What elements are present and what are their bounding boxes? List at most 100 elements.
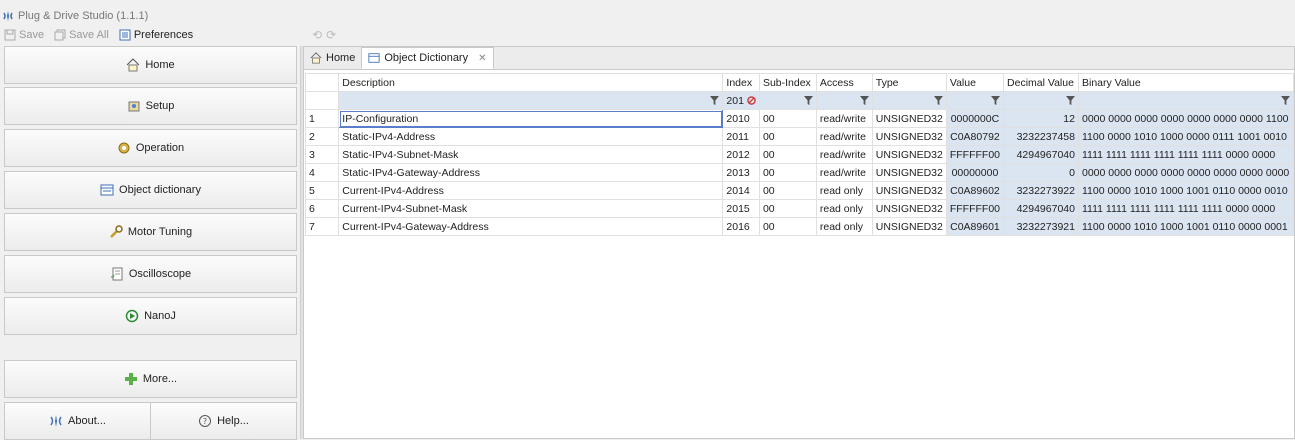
cell-access[interactable]: read/write <box>815 163 873 182</box>
cell-access[interactable]: read only <box>815 181 873 200</box>
cell-index[interactable]: 2014 <box>722 181 760 200</box>
cell-value[interactable]: C0A89602 <box>945 181 1005 200</box>
column-header-access[interactable]: Access <box>815 73 873 92</box>
cell-index[interactable]: 2015 <box>722 199 760 218</box>
cell-decimal-value[interactable]: 4294967040 <box>1003 145 1079 164</box>
filter-icon[interactable] <box>803 96 813 105</box>
cell-sub-index[interactable]: 00 <box>758 109 817 128</box>
filter-description[interactable] <box>338 91 724 110</box>
filter-value[interactable] <box>945 91 1005 110</box>
column-header-index[interactable]: Index <box>722 73 760 92</box>
filter-icon[interactable] <box>859 96 869 105</box>
column-header-sub-index[interactable]: Sub-Index <box>758 73 817 92</box>
filter-type[interactable] <box>871 91 947 110</box>
sidebar-oscilloscope-button[interactable]: Oscilloscope <box>4 255 297 293</box>
cell-value[interactable]: C0A89601 <box>945 217 1005 236</box>
cell-value[interactable]: FFFFFF00 <box>945 199 1005 218</box>
cell-description[interactable]: Static-IPv4-Gateway-Address <box>338 163 724 182</box>
filter-icon[interactable] <box>933 96 943 105</box>
cell-decimal-value[interactable]: 3232237458 <box>1003 127 1079 146</box>
forward-arrow-icon[interactable]: ⟳ <box>326 28 336 42</box>
sidebar-home-button[interactable]: Home <box>4 46 297 84</box>
about-button[interactable]: About... <box>4 402 151 440</box>
cell-sub-index[interactable]: 00 <box>758 163 817 182</box>
cell-index[interactable]: 2013 <box>722 163 760 182</box>
cell-type[interactable]: UNSIGNED32 <box>871 163 947 182</box>
cell-binary-value[interactable]: 1100 0000 1010 1000 1001 0110 0000 0010 <box>1077 181 1295 200</box>
sidebar-object-dictionary-button[interactable]: Object dictionary <box>4 171 297 209</box>
cell-decimal-value[interactable]: 12 <box>1003 109 1079 128</box>
cell-value[interactable]: 0000000C <box>945 109 1005 128</box>
column-header-decimal-value[interactable]: Decimal Value <box>1003 73 1079 92</box>
cell-access[interactable]: read/write <box>815 109 873 128</box>
cell-binary-value[interactable]: 1100 0000 1010 1000 1001 0110 0000 0001 <box>1077 217 1295 236</box>
cell-type[interactable]: UNSIGNED32 <box>871 217 947 236</box>
cell-decimal-value[interactable]: 4294967040 <box>1003 199 1079 218</box>
save-all-button[interactable]: Save All <box>50 29 115 41</box>
filter-index[interactable]: 201 <box>722 91 760 110</box>
table-row[interactable]: 1 IP-Configuration 2010 00 read/write UNSIGNE… <box>304 109 1295 128</box>
table-row[interactable]: 6 Current-IPv4-Subnet-Mask 2015 00 read only… <box>304 199 1295 218</box>
table-row[interactable]: 4 Static-IPv4-Gateway-Address 2013 00 read/w… <box>304 163 1295 182</box>
column-header-type[interactable]: Type <box>871 73 947 92</box>
sidebar-setup-button[interactable]: Setup <box>4 87 297 125</box>
table-row[interactable]: 3 Static-IPv4-Subnet-Mask 2012 00 read/write… <box>304 145 1295 164</box>
cell-type[interactable]: UNSIGNED32 <box>871 109 947 128</box>
cell-index[interactable]: 2016 <box>722 217 760 236</box>
cell-decimal-value[interactable]: 3232273922 <box>1003 181 1079 200</box>
filter-icon[interactable] <box>1065 96 1075 105</box>
cell-index[interactable]: 2010 <box>722 109 760 128</box>
column-header-value[interactable]: Value <box>945 73 1005 92</box>
cell-sub-index[interactable]: 00 <box>758 181 817 200</box>
column-header-binary-value[interactable]: Binary Value <box>1077 73 1295 92</box>
cell-sub-index[interactable]: 00 <box>758 145 817 164</box>
tab-object-dictionary[interactable]: Object Dictionary ✕ <box>361 47 494 69</box>
cell-binary-value[interactable]: 1100 0000 1010 1000 0000 0111 1001 0010 <box>1077 127 1295 146</box>
cell-decimal-value[interactable]: 3232273921 <box>1003 217 1079 236</box>
cell-description[interactable]: Current-IPv4-Gateway-Address <box>338 217 724 236</box>
cell-index[interactable]: 2012 <box>722 145 760 164</box>
cell-access[interactable]: read only <box>815 199 873 218</box>
table-row[interactable]: 5 Current-IPv4-Address 2014 00 read only UNSI… <box>304 181 1295 200</box>
clear-filter-icon[interactable] <box>747 96 756 105</box>
close-tab-icon[interactable]: ✕ <box>478 53 486 64</box>
preferences-button[interactable]: Preferences <box>115 29 199 41</box>
back-arrow-icon[interactable]: ⟲ <box>312 28 322 42</box>
cell-description[interactable]: IP-Configuration <box>338 109 724 128</box>
cell-value[interactable]: 00000000 <box>945 163 1005 182</box>
table-row[interactable]: 7 Current-IPv4-Gateway-Address 2016 00 read … <box>304 217 1295 236</box>
cell-binary-value[interactable]: 1111 1111 1111 1111 1111 1111 0000 0000 <box>1077 145 1295 164</box>
sidebar-more-button[interactable]: More... <box>4 360 297 398</box>
sidebar-operation-button[interactable]: Operation <box>4 129 297 167</box>
cell-type[interactable]: UNSIGNED32 <box>871 199 947 218</box>
tab-home[interactable]: Home <box>304 47 361 69</box>
cell-access[interactable]: read only <box>815 217 873 236</box>
cell-type[interactable]: UNSIGNED32 <box>871 145 947 164</box>
cell-decimal-value[interactable]: 0 <box>1003 163 1079 182</box>
filter-icon[interactable] <box>710 96 720 105</box>
cell-binary-value[interactable]: 0000 0000 0000 0000 0000 0000 0000 0000 <box>1077 163 1295 182</box>
cell-description[interactable]: Current-IPv4-Subnet-Mask <box>338 199 724 218</box>
cell-access[interactable]: read/write <box>815 145 873 164</box>
cell-sub-index[interactable]: 00 <box>758 217 817 236</box>
cell-type[interactable]: UNSIGNED32 <box>871 181 947 200</box>
help-button[interactable]: ? Help... <box>150 402 297 440</box>
filter-icon[interactable] <box>1281 96 1290 105</box>
save-button[interactable]: Save <box>0 29 50 41</box>
cell-access[interactable]: read/write <box>815 127 873 146</box>
filter-access[interactable] <box>815 91 873 110</box>
sidebar-nanoj-button[interactable]: NanoJ <box>4 297 297 335</box>
cell-sub-index[interactable]: 00 <box>758 199 817 218</box>
filter-sub-index[interactable] <box>758 91 817 110</box>
filter-decimal-value[interactable] <box>1003 91 1079 110</box>
cell-index[interactable]: 2011 <box>722 127 760 146</box>
cell-value[interactable]: FFFFFF00 <box>945 145 1005 164</box>
cell-description[interactable]: Static-IPv4-Subnet-Mask <box>338 145 724 164</box>
cell-value[interactable]: C0A80792 <box>945 127 1005 146</box>
filter-icon[interactable] <box>991 96 1001 105</box>
cell-binary-value[interactable]: 1111 1111 1111 1111 1111 1111 0000 0000 <box>1077 199 1295 218</box>
column-header-description[interactable]: Description <box>338 73 724 92</box>
cell-type[interactable]: UNSIGNED32 <box>871 127 947 146</box>
cell-description[interactable]: Static-IPv4-Address <box>338 127 724 146</box>
table-row[interactable]: 2 Static-IPv4-Address 2011 00 read/write UNSI… <box>304 127 1295 146</box>
